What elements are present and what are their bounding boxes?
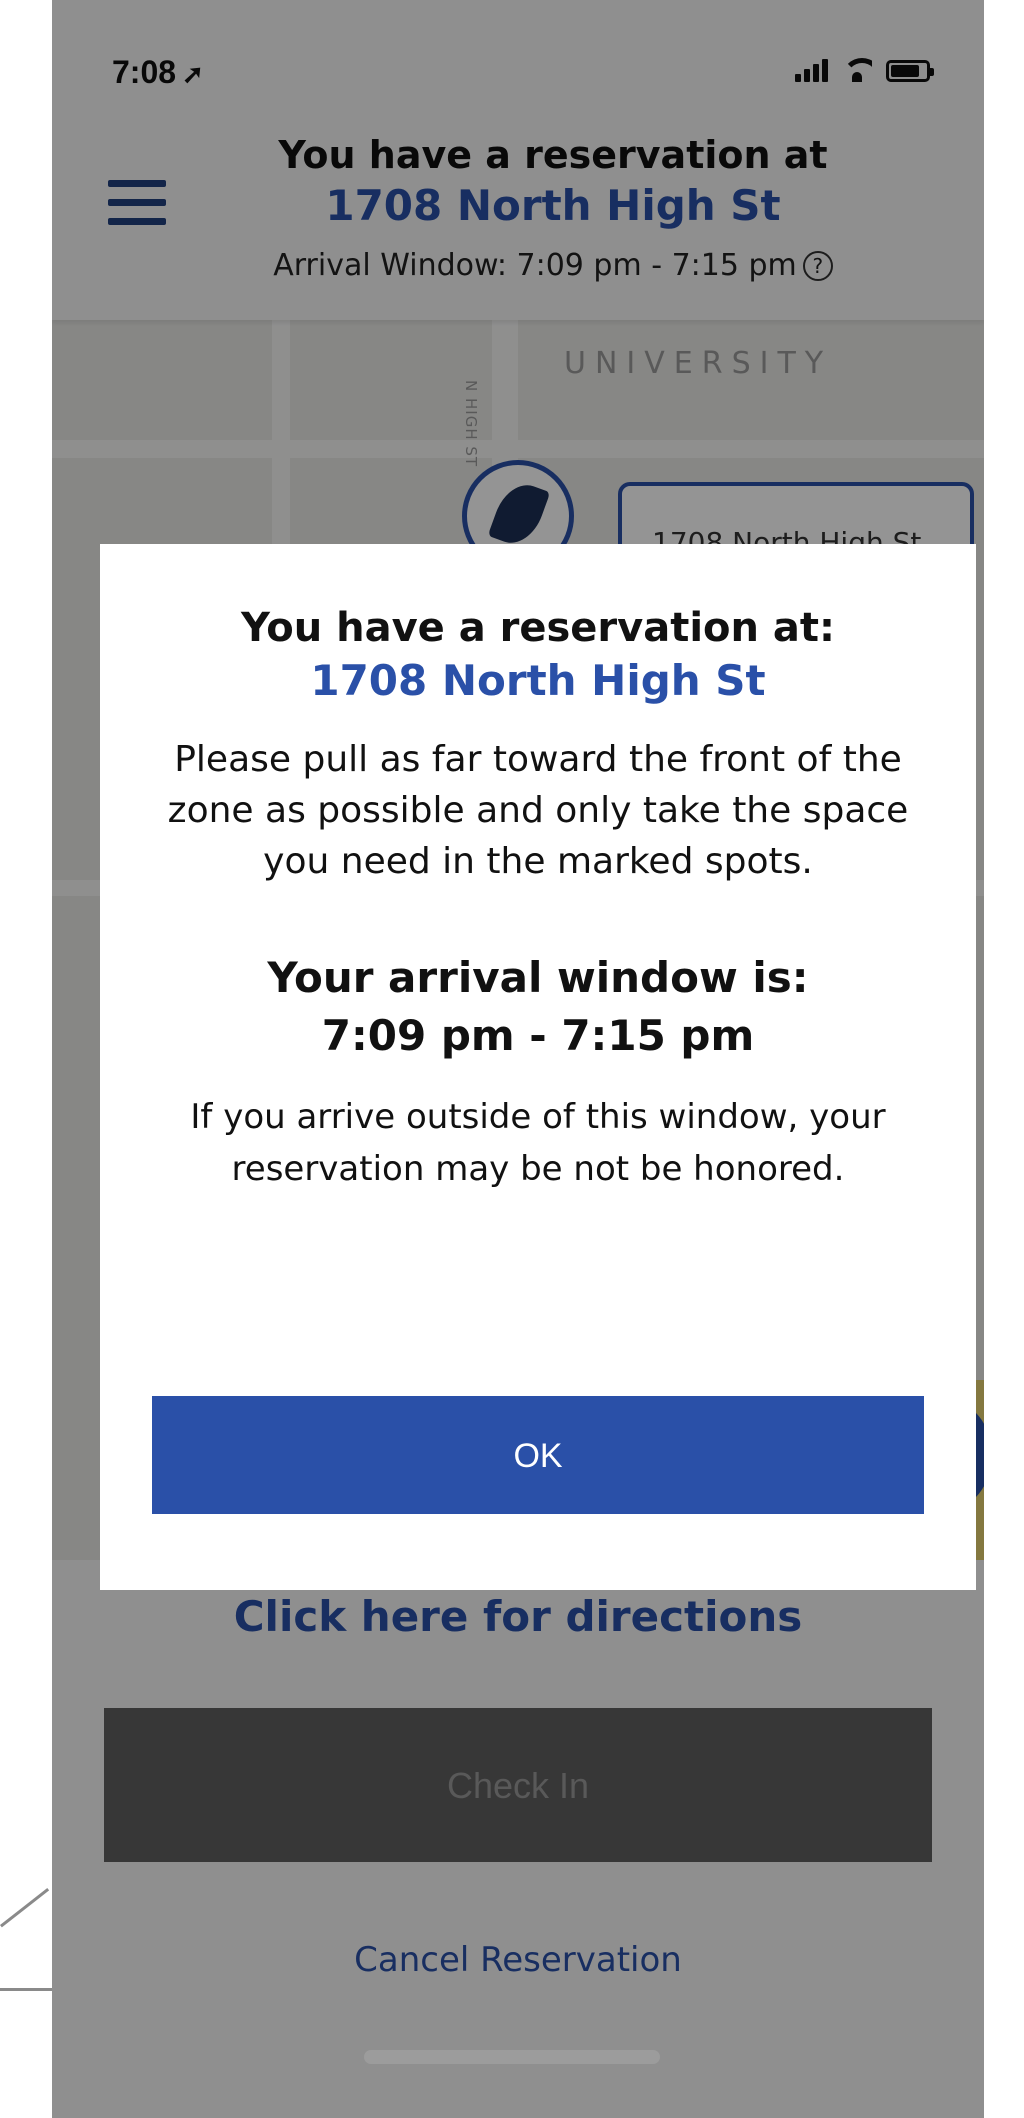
phone-screen: UNIVERSITY N HIGH ST 1708 North High St … [52, 0, 984, 2118]
modal-title: You have a reservation at: [240, 605, 836, 651]
modal-instructions: Please pull as far toward the front of t… [167, 739, 909, 882]
modal-window-value: 7:09 pm - 7:15 pm [321, 1011, 755, 1060]
home-indicator[interactable] [364, 2050, 660, 2064]
modal-window-label: Your arrival window is: [267, 953, 809, 1002]
ok-button[interactable]: OK [152, 1396, 924, 1514]
frame-line-bottom [0, 1988, 56, 1991]
modal-warning: If you arrive outside of this window, yo… [190, 1097, 886, 1189]
frame-line-left [0, 1888, 50, 1928]
reservation-modal: You have a reservation at: 1708 North Hi… [100, 544, 976, 1590]
modal-address: 1708 North High St [310, 656, 766, 705]
